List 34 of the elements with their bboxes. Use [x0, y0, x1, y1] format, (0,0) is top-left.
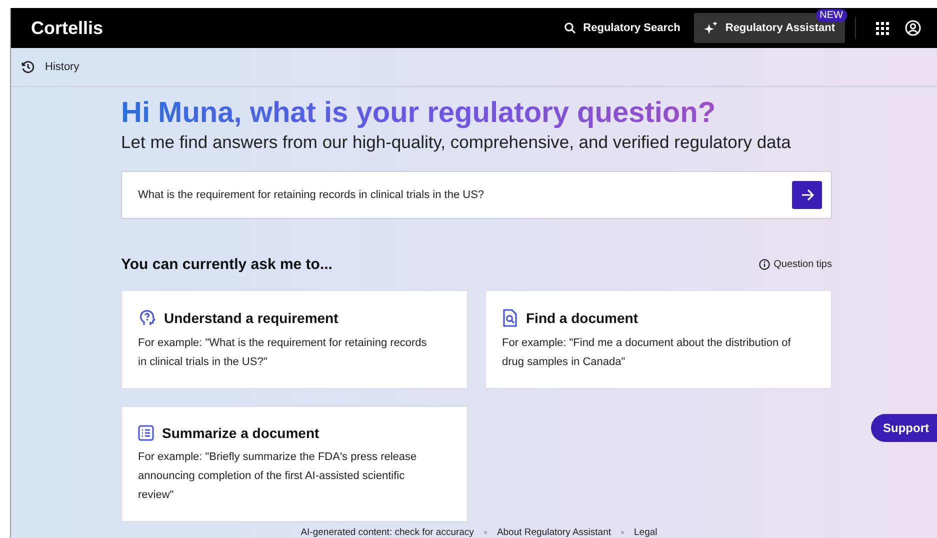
capability-card[interactable]: Find a document For example: "Find me a document about the distribution of drug samples in Canada" — [485, 290, 832, 389]
section-title: You can currently ask me to... — [121, 256, 332, 273]
apps-grid-icon[interactable] — [876, 22, 889, 34]
footer-link[interactable]: About Regulatory Assistant — [496, 527, 612, 538]
new-badge: NEW — [816, 9, 847, 22]
support-button[interactable]: Support — [871, 414, 937, 442]
app-logo[interactable]: Cortellis — [31, 18, 554, 38]
history-link[interactable]: History — [45, 61, 80, 73]
capability-card[interactable]: Understand a requirement For example: "What is the requirement for retaining records in clinical trials in the US?" — [121, 290, 468, 389]
card-title: Summarize a document — [162, 425, 320, 441]
card-title: Understand a requirement — [164, 310, 338, 326]
nav-tab[interactable]: Regulatory Search — [554, 13, 690, 43]
search-icon — [564, 22, 576, 34]
arrow-right-icon — [800, 189, 814, 201]
info-icon — [758, 259, 770, 270]
separator-dot — [621, 531, 624, 534]
question-head-icon — [138, 309, 156, 327]
capability-card[interactable]: Summarize a document For example: "Briefly summarize the FDA's press release announcing completion of the first AI-assisted scientific review" — [121, 406, 468, 522]
footer-link[interactable]: Legal — [634, 527, 658, 538]
question-tips-link[interactable]: Question tips — [774, 259, 832, 270]
greeting-subtitle: Let me find answers from our high-quality, comprehensive, and verified regulatory data — [121, 132, 792, 153]
sparkle-icon — [704, 22, 718, 34]
footer-link[interactable]: AI-generated content: check for accuracy — [300, 527, 474, 538]
card-title: Find a document — [526, 310, 638, 326]
card-example: For example: "Briefly summarize the FDA's press release announcing completion of the first AI-assisted scientific review" — [138, 450, 418, 503]
history-icon[interactable] — [21, 60, 35, 74]
list-document-icon — [138, 425, 154, 441]
user-icon[interactable] — [905, 20, 921, 36]
document-search-icon — [502, 309, 518, 327]
separator-dot — [484, 531, 487, 534]
card-example: For example: "What is the requirement for retaining records in clinical trials in the US?" — [138, 336, 428, 370]
question-field[interactable]: What is the requirement for retaining records in clinical trials in the US? — [121, 171, 832, 219]
submit-button[interactable] — [792, 181, 822, 209]
card-example: For example: "Find me a document about the distribution of drug samples in Canada" — [502, 336, 792, 370]
